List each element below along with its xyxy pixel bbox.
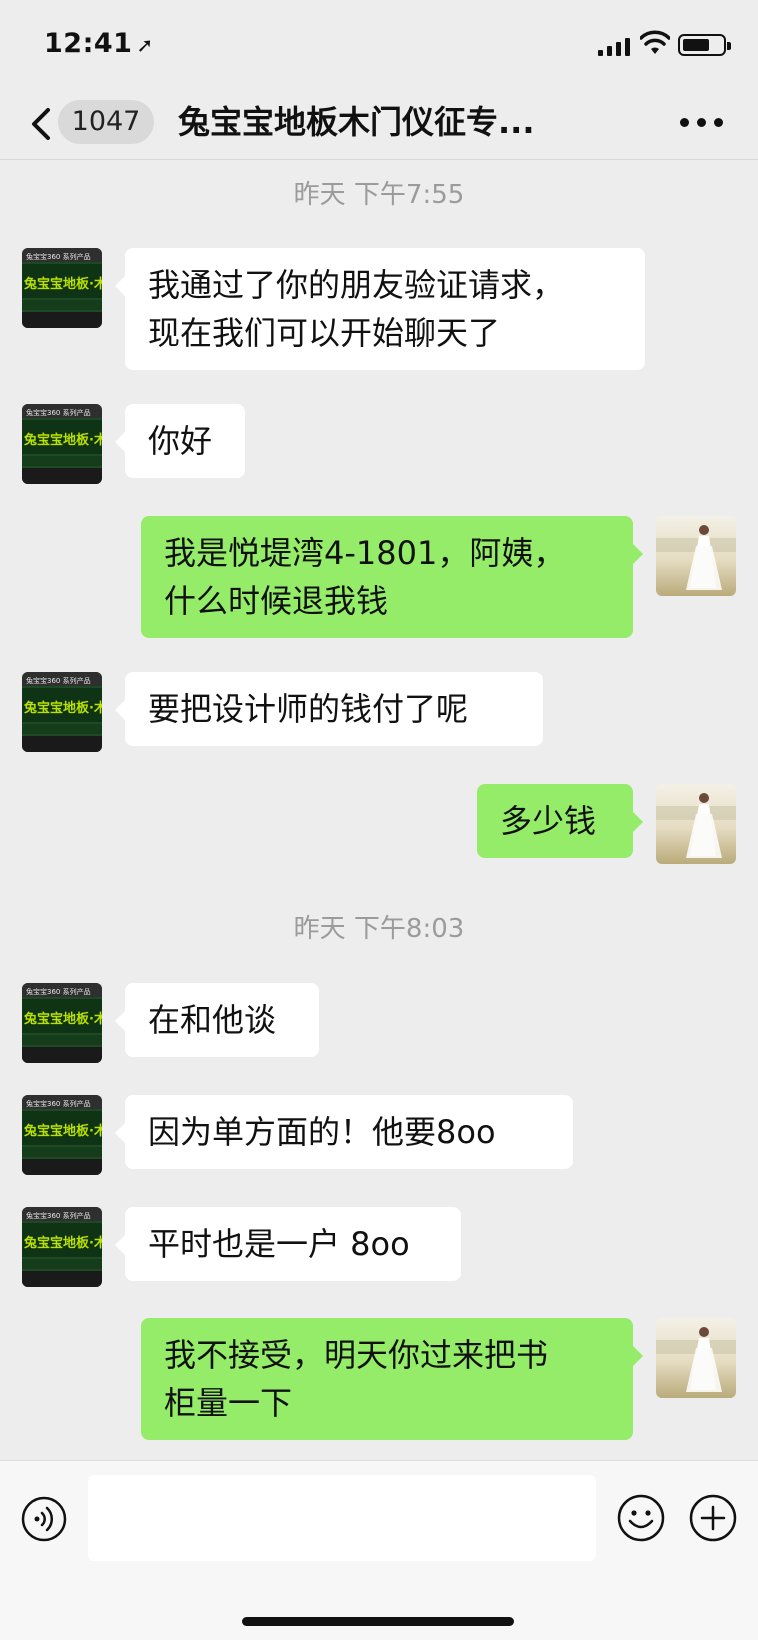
message-text: 现在我们可以开始聊天了 xyxy=(148,314,501,352)
clock: 12:41 xyxy=(44,28,133,59)
svg-text:兔宝宝地板·木门: 兔宝宝地板·木门 xyxy=(23,1235,102,1251)
message-text: 要把设计师的钱付了呢 xyxy=(148,690,469,728)
message-input[interactable] xyxy=(88,1475,596,1561)
message-bubble-incoming[interactable]: 要把设计师的钱付了呢 xyxy=(115,672,543,746)
back-chevron-icon[interactable] xyxy=(26,104,56,144)
message-bubble-outgoing[interactable]: 多少钱 xyxy=(477,784,643,858)
location-arrow-icon: ➚ xyxy=(136,33,154,57)
contact-avatar[interactable]: 兔宝宝360 系列产品兔宝宝地板·木门 xyxy=(22,1095,102,1175)
message-text: 我是悦堤湾4-1801，阿姨， xyxy=(164,534,566,572)
svg-text:兔宝宝360 系列产品: 兔宝宝360 系列产品 xyxy=(26,676,91,685)
message-text: 柜量一下 xyxy=(164,1384,293,1422)
chat-input-bar xyxy=(0,1460,758,1640)
svg-text:兔宝宝360 系列产品: 兔宝宝360 系列产品 xyxy=(26,408,91,417)
message-bubble-incoming[interactable]: 在和他谈 xyxy=(115,983,319,1057)
svg-text:兔宝宝360 系列产品: 兔宝宝360 系列产品 xyxy=(26,987,91,996)
emoji-icon[interactable] xyxy=(616,1493,666,1543)
message-bubble-outgoing[interactable]: 我是悦堤湾4-1801，阿姨， 什么时候退我钱 xyxy=(141,516,643,638)
svg-text:兔宝宝360 系列产品: 兔宝宝360 系列产品 xyxy=(26,252,91,261)
svg-text:兔宝宝地板·木门: 兔宝宝地板·木门 xyxy=(23,1123,102,1139)
message-text: 平时也是一户 8oo xyxy=(148,1225,410,1263)
message-text: 我通过了你的朋友验证请求， xyxy=(148,266,565,304)
my-avatar[interactable] xyxy=(656,784,736,864)
battery-icon xyxy=(678,34,731,56)
timestamp: 昨天 下午7:55 xyxy=(293,180,465,210)
message-text: 在和他谈 xyxy=(148,1001,277,1039)
message-text: 你好 xyxy=(148,422,213,460)
contact-avatar[interactable]: 兔宝宝360 系列产品兔宝宝地板·木门 xyxy=(22,248,102,328)
status-bar: 12:41 ➚ xyxy=(0,0,758,90)
cellular-signal-icon xyxy=(598,38,630,56)
add-attachment-icon[interactable] xyxy=(688,1493,738,1543)
wifi-icon xyxy=(640,30,670,54)
my-avatar[interactable] xyxy=(656,1318,736,1398)
timestamp: 昨天 下午8:03 xyxy=(293,914,465,944)
message-text: 我不接受，明天你过来把书 xyxy=(164,1336,549,1374)
message-text: 什么时候退我钱 xyxy=(164,582,389,620)
my-avatar[interactable] xyxy=(656,516,736,596)
message-text: 因为单方面的！他要8oo xyxy=(148,1113,496,1151)
svg-text:兔宝宝地板·木门: 兔宝宝地板·木门 xyxy=(23,432,102,448)
message-bubble-incoming[interactable]: 我通过了你的朋友验证请求， 现在我们可以开始聊天了 xyxy=(115,248,645,370)
contact-avatar[interactable]: 兔宝宝360 系列产品兔宝宝地板·木门 xyxy=(22,983,102,1063)
svg-text:兔宝宝地板·木门: 兔宝宝地板·木门 xyxy=(23,700,102,716)
contact-avatar[interactable]: 兔宝宝360 系列产品兔宝宝地板·木门 xyxy=(22,1207,102,1287)
more-options-icon[interactable] xyxy=(680,112,728,132)
chat-title: 兔宝宝地板木门仪征专... xyxy=(178,103,535,141)
svg-text:兔宝宝360 系列产品: 兔宝宝360 系列产品 xyxy=(26,1099,91,1108)
status-time: 12:41 ➚ xyxy=(44,28,154,59)
message-bubble-incoming[interactable]: 平时也是一户 8oo xyxy=(115,1207,461,1281)
contact-avatar[interactable]: 兔宝宝360 系列产品兔宝宝地板·木门 xyxy=(22,672,102,752)
voice-input-icon[interactable] xyxy=(20,1495,68,1543)
message-text: 多少钱 xyxy=(500,802,597,840)
message-bubble-incoming[interactable]: 因为单方面的！他要8oo xyxy=(115,1095,573,1169)
svg-text:兔宝宝地板·木门: 兔宝宝地板·木门 xyxy=(23,1011,102,1027)
home-indicator[interactable] xyxy=(242,1617,514,1626)
message-bubble-outgoing[interactable]: 我不接受，明天你过来把书 柜量一下 xyxy=(141,1318,643,1440)
svg-text:兔宝宝地板·木门: 兔宝宝地板·木门 xyxy=(23,276,102,292)
unread-count-badge[interactable]: 1047 xyxy=(58,100,154,144)
chat-header: 1047 兔宝宝地板木门仪征专... xyxy=(0,90,758,160)
svg-text:兔宝宝360 系列产品: 兔宝宝360 系列产品 xyxy=(26,1211,91,1220)
contact-avatar[interactable]: 兔宝宝360 系列产品兔宝宝地板·木门 xyxy=(22,404,102,484)
message-bubble-incoming[interactable]: 你好 xyxy=(115,404,245,478)
